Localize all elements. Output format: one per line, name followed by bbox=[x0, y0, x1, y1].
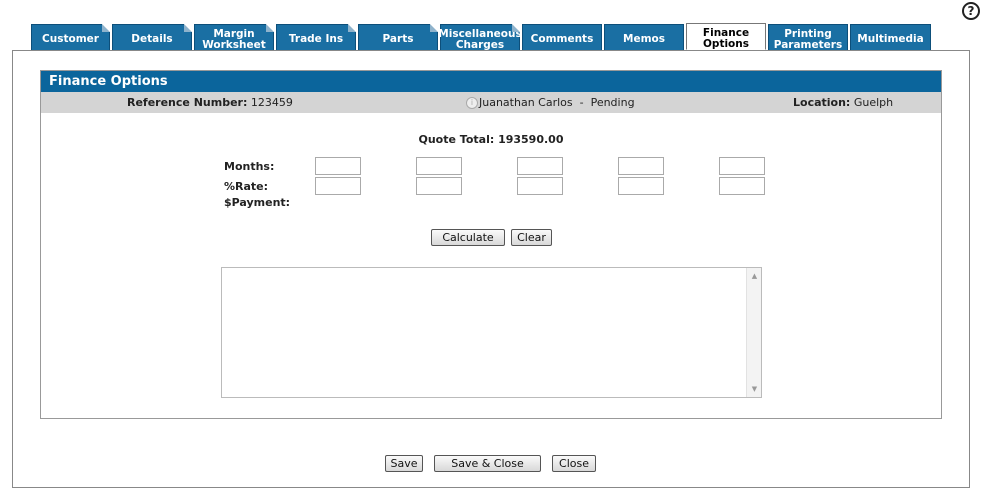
tab-label: Miscellaneous Charges bbox=[438, 27, 522, 51]
tab-customer[interactable]: Customer bbox=[31, 24, 110, 50]
reference-number: Reference Number: 123459 bbox=[127, 92, 293, 113]
location: Location: Guelph bbox=[793, 92, 893, 113]
payment-label: $Payment: bbox=[224, 196, 291, 209]
tab-label: Margin Worksheet bbox=[202, 27, 266, 51]
info-bar: Reference Number: 123459 i Juanathan Carl… bbox=[41, 92, 941, 113]
tab-fold-icon bbox=[184, 24, 192, 32]
rate-input-1[interactable] bbox=[315, 177, 361, 195]
results-area: ▲ ▼ bbox=[221, 267, 762, 398]
months-input-3[interactable] bbox=[517, 157, 563, 175]
tab-fold-icon bbox=[348, 24, 356, 32]
months-input-5[interactable] bbox=[719, 157, 765, 175]
tab-fold-icon bbox=[430, 24, 438, 32]
scroll-up-icon[interactable]: ▲ bbox=[747, 270, 762, 282]
months-label: Months: bbox=[224, 160, 275, 173]
location-value: Guelph bbox=[853, 96, 894, 109]
tab-fold-icon bbox=[266, 24, 274, 32]
results-textarea[interactable] bbox=[222, 268, 746, 397]
tab-label: Multimedia bbox=[857, 33, 924, 45]
tab-label: Parts bbox=[382, 33, 414, 45]
months-input-2[interactable] bbox=[416, 157, 462, 175]
reference-value: 123459 bbox=[250, 96, 293, 109]
finance-options-section: Finance Options Reference Number: 123459… bbox=[40, 70, 942, 419]
tab-memos[interactable]: Memos bbox=[604, 24, 684, 50]
tab-label: Comments bbox=[530, 33, 594, 45]
tab-label: Printing Parameters bbox=[773, 27, 843, 51]
tab-comments[interactable]: Comments bbox=[522, 24, 602, 50]
rate-label: %Rate: bbox=[224, 180, 269, 193]
customer-name-status: Juanathan Carlos - Pending bbox=[479, 96, 635, 109]
tab-bar: Customer Details Margin Worksheet Trade I… bbox=[31, 23, 933, 51]
tab-finance-options[interactable]: Finance Options bbox=[686, 23, 766, 50]
months-input-1[interactable] bbox=[315, 157, 361, 175]
tab-fold-icon bbox=[512, 24, 520, 32]
save-button[interactable]: Save bbox=[385, 455, 423, 472]
rate-input-4[interactable] bbox=[618, 177, 664, 195]
tab-miscellaneous-charges[interactable]: Miscellaneous Charges bbox=[438, 24, 522, 51]
customer-status: i Juanathan Carlos - Pending bbox=[466, 92, 635, 113]
rate-input-3[interactable] bbox=[517, 177, 563, 195]
location-label: Location: bbox=[793, 96, 851, 109]
tab-label: Trade Ins bbox=[288, 33, 344, 45]
clear-button[interactable]: Clear bbox=[511, 229, 552, 246]
tab-multimedia[interactable]: Multimedia bbox=[850, 24, 931, 50]
rate-input-5[interactable] bbox=[719, 177, 765, 195]
tab-label: Customer bbox=[42, 33, 99, 45]
close-button[interactable]: Close bbox=[552, 455, 596, 472]
tab-details[interactable]: Details bbox=[112, 24, 192, 50]
quote-total: Quote Total: 193590.00 bbox=[418, 133, 564, 146]
save-close-button[interactable]: Save & Close bbox=[434, 455, 541, 472]
tab-margin-worksheet[interactable]: Margin Worksheet bbox=[194, 24, 274, 50]
help-icon[interactable]: ? bbox=[962, 2, 980, 20]
reference-label: Reference Number: bbox=[127, 96, 248, 109]
rate-input-2[interactable] bbox=[416, 177, 462, 195]
tab-label: Memos bbox=[623, 33, 665, 45]
info-icon[interactable]: i bbox=[466, 97, 478, 109]
scroll-down-icon[interactable]: ▼ bbox=[747, 383, 762, 395]
results-scrollbar[interactable]: ▲ ▼ bbox=[746, 268, 761, 397]
tab-parts[interactable]: Parts bbox=[358, 24, 438, 50]
months-input-4[interactable] bbox=[618, 157, 664, 175]
tab-label: Finance Options bbox=[702, 26, 750, 50]
tab-fold-icon bbox=[102, 24, 110, 32]
section-title: Finance Options bbox=[41, 71, 941, 92]
tab-label: Details bbox=[131, 33, 173, 45]
tab-trade-ins[interactable]: Trade Ins bbox=[276, 24, 356, 50]
tab-printing-parameters[interactable]: Printing Parameters bbox=[768, 24, 848, 50]
calculate-button[interactable]: Calculate bbox=[431, 229, 505, 246]
tab-panel: Finance Options Reference Number: 123459… bbox=[12, 50, 970, 488]
